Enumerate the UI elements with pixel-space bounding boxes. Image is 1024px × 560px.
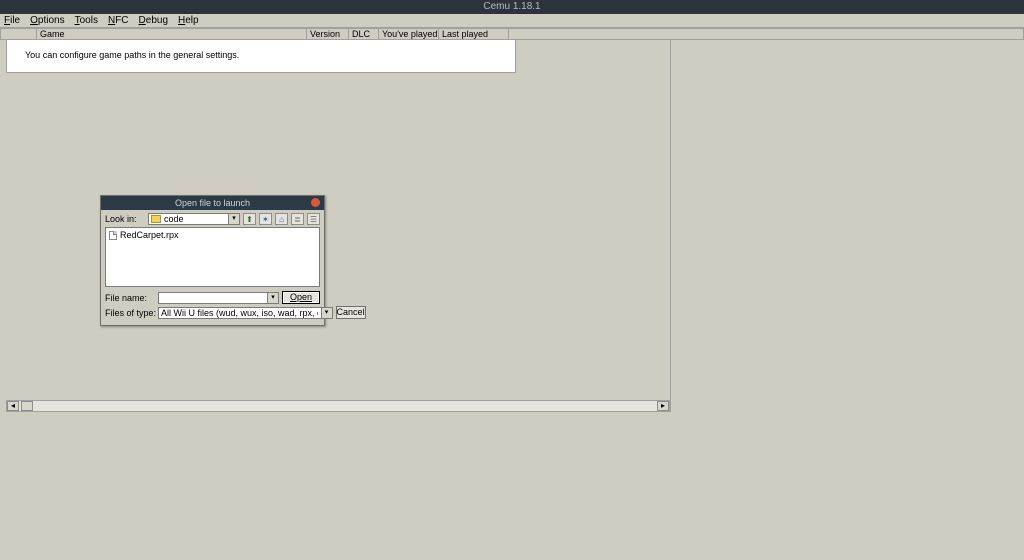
gamelist-col-lastplayed[interactable]: Last played <box>438 28 508 40</box>
gamelist-col-blank[interactable] <box>0 28 36 40</box>
chevron-down-icon[interactable]: ▾ <box>267 293 278 303</box>
menu-options[interactable]: Options <box>30 14 64 27</box>
gamelist-col-youveplayed[interactable]: You've played <box>378 28 438 40</box>
new-folder-icon[interactable]: ✶ <box>259 213 272 225</box>
chevron-down-icon[interactable]: ▾ <box>228 214 239 224</box>
menubar: File Options Tools NFC Debug Help <box>0 14 1024 28</box>
render-area-divider <box>670 40 671 412</box>
menu-nfc[interactable]: NFC <box>108 14 129 27</box>
window-title: Cemu 1.18.1 <box>483 1 540 12</box>
gamelist-col-game[interactable]: Game <box>36 28 306 40</box>
view-details-icon[interactable]: ☰ <box>307 213 320 225</box>
menu-tools[interactable]: Tools <box>75 14 98 27</box>
gamelist-header: Game Version DLC You've played Last play… <box>0 28 1024 40</box>
gamelist-empty-hint: You can configure game paths in the gene… <box>25 50 239 60</box>
file-item-label: RedCarpet.rpx <box>120 230 179 240</box>
file-list-item[interactable]: RedCarpet.rpx <box>109 230 316 240</box>
scroll-thumb[interactable] <box>21 401 33 411</box>
file-name-input[interactable]: ▾ <box>158 292 279 304</box>
window-titlebar: Cemu 1.18.1 <box>0 0 1024 14</box>
folder-icon <box>151 215 161 223</box>
menu-file[interactable]: File <box>4 14 20 27</box>
gamelist-hscrollbar[interactable]: ◂ ▸ <box>6 400 670 412</box>
gamelist-col-version[interactable]: Version <box>306 28 348 40</box>
open-button-label: Open <box>290 292 312 302</box>
look-in-combo[interactable]: code ▾ <box>148 213 240 225</box>
file-list[interactable]: RedCarpet.rpx <box>105 227 320 287</box>
open-file-dialog: Open file to launch Look in: code ▾ ⬆ ✶ … <box>100 195 325 326</box>
menu-help[interactable]: Help <box>178 14 199 27</box>
home-icon[interactable]: ⌂ <box>275 213 288 225</box>
view-list-icon[interactable]: ≣ <box>291 213 304 225</box>
chevron-down-icon[interactable]: ▾ <box>321 308 332 318</box>
file-type-value: All Wii U files (wud, wux, iso, wad, rpx… <box>161 308 318 318</box>
scroll-left-arrow-icon[interactable]: ◂ <box>7 401 19 411</box>
scroll-right-arrow-icon[interactable]: ▸ <box>657 401 669 411</box>
file-type-combo[interactable]: All Wii U files (wud, wux, iso, wad, rpx… <box>158 307 333 319</box>
go-up-icon[interactable]: ⬆ <box>243 213 256 225</box>
file-type-label: Files of type: <box>105 308 155 318</box>
menu-debug[interactable]: Debug <box>139 14 168 27</box>
content-pane: You can configure game paths in the gene… <box>0 40 1024 560</box>
close-icon[interactable] <box>311 198 320 207</box>
document-icon <box>109 231 117 240</box>
file-name-label: File name: <box>105 293 155 303</box>
dialog-title: Open file to launch <box>175 198 250 208</box>
look-in-value: code <box>164 214 184 224</box>
gamelist-col-filler <box>508 28 1024 40</box>
look-in-label: Look in: <box>105 214 145 224</box>
dialog-titlebar[interactable]: Open file to launch <box>101 196 324 210</box>
scroll-track[interactable] <box>33 401 657 411</box>
open-button[interactable]: Open <box>282 291 320 304</box>
cancel-button[interactable]: Cancel <box>336 306 366 319</box>
gamelist-col-dlc[interactable]: DLC <box>348 28 378 40</box>
gamelist-body: You can configure game paths in the gene… <box>6 40 516 73</box>
